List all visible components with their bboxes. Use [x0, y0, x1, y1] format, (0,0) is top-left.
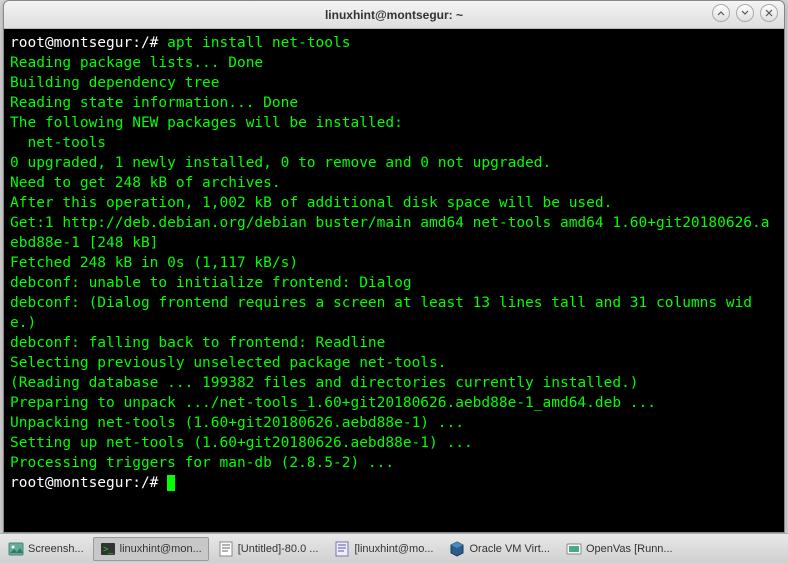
taskbar-item[interactable]: >_ linuxhint@mon...	[93, 537, 209, 561]
maximize-button[interactable]	[736, 4, 754, 22]
text-icon	[218, 541, 234, 557]
prompt: root@montsegur:/#	[10, 475, 158, 491]
taskbar-item[interactable]: [linuxhint@mo...	[327, 537, 440, 561]
taskbar-item-label: [Untitled]-80.0 ...	[238, 543, 319, 555]
taskbar-item-label: Oracle VM Virt...	[469, 543, 549, 555]
terminal-body[interactable]: root@montsegur:/# apt install net-tools …	[4, 29, 784, 532]
close-button[interactable]	[760, 4, 778, 22]
window-title: linuxhint@montsegur: ~	[325, 8, 463, 22]
minimize-button[interactable]	[712, 4, 730, 22]
editor-icon	[334, 541, 350, 557]
taskbar-item[interactable]: [Untitled]-80.0 ...	[211, 537, 326, 561]
taskbar-item-label: [linuxhint@mo...	[354, 543, 433, 555]
prompt: root@montsegur:/#	[10, 35, 167, 51]
taskbar-item[interactable]: Oracle VM Virt...	[442, 537, 556, 561]
cursor	[167, 475, 175, 491]
terminal-icon: >_	[100, 541, 116, 557]
taskbar: Screensh... >_ linuxhint@mon... [Untitled]-…	[0, 533, 788, 563]
titlebar[interactable]: linuxhint@montsegur: ~	[4, 1, 784, 29]
vm-icon	[566, 541, 582, 557]
vbox-icon	[449, 541, 465, 557]
taskbar-item[interactable]: Screensh...	[1, 537, 91, 561]
terminal-output: Reading package lists... Done Building d…	[10, 55, 770, 471]
svg-text:>_: >_	[103, 544, 114, 554]
taskbar-item-label: Screensh...	[28, 543, 84, 555]
taskbar-item[interactable]: OpenVas [Runn...	[559, 537, 680, 561]
image-icon	[8, 541, 24, 557]
taskbar-item-label: linuxhint@mon...	[120, 543, 202, 555]
window-controls	[712, 4, 778, 22]
command-text: apt install net-tools	[167, 35, 350, 51]
taskbar-item-label: OpenVas [Runn...	[586, 543, 673, 555]
terminal-window: linuxhint@montsegur: ~ root@montsegur:/#…	[3, 0, 785, 533]
